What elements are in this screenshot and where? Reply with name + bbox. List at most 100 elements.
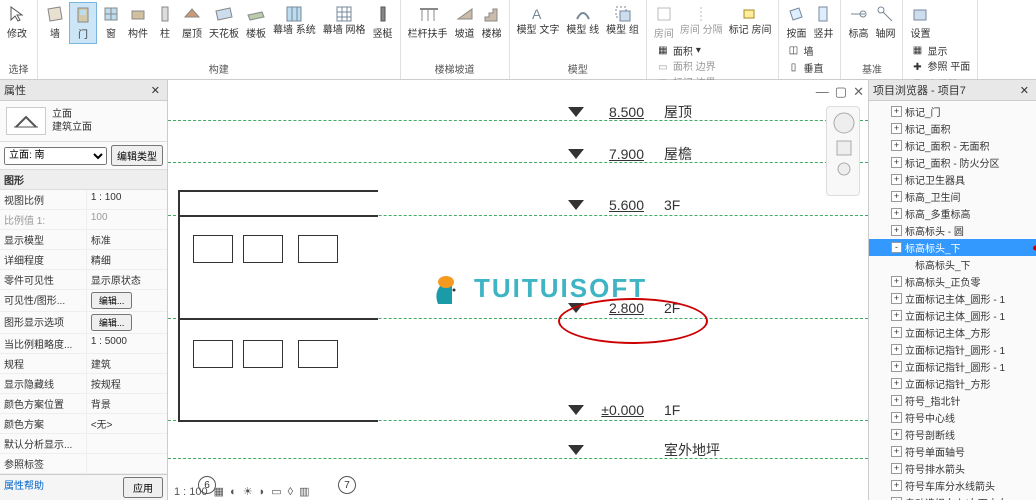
floor-icon [246, 4, 266, 24]
shaft-button[interactable]: 竖井 [810, 2, 836, 42]
tree-node[interactable]: +符号单面轴号 [869, 443, 1036, 460]
hide-icon[interactable]: ◊ [288, 486, 293, 498]
shadow-icon[interactable]: ◗ [259, 486, 266, 498]
gridaxis-icon [875, 4, 895, 24]
component-button[interactable]: 构件 [125, 2, 151, 42]
set-icon [910, 4, 930, 24]
svg-text:A: A [532, 6, 542, 22]
tree-node[interactable]: +符号车库分水线箭头 [869, 477, 1036, 494]
tree-node[interactable]: +标记_面积 [869, 120, 1036, 137]
ceiling-button[interactable]: 天花板 [206, 2, 242, 42]
roof-button[interactable]: 屋顶 [179, 2, 205, 42]
room-icon [654, 4, 674, 24]
vert-icon: ▯ [786, 61, 800, 75]
stair-button[interactable]: 楼梯 [479, 2, 505, 42]
level-button[interactable]: 标高 [845, 2, 871, 42]
mullion-button[interactable]: 竖梃 [370, 2, 396, 42]
area-button[interactable]: ▦面积 ▾ [653, 42, 775, 59]
tree-node[interactable]: +标高标头_正负零 [869, 273, 1036, 290]
tree-node[interactable]: +标记卫生器具 [869, 171, 1036, 188]
close-view-icon[interactable]: ✕ [853, 84, 864, 100]
model-text-button[interactable]: A模型 文字 [514, 2, 563, 38]
edit-type-button[interactable]: 编辑类型 [111, 145, 163, 166]
tree-node[interactable]: +立面标记主体_方形 [869, 324, 1036, 341]
level-icon [848, 4, 868, 24]
grid-button[interactable]: 轴网 [872, 2, 898, 42]
browser-tree[interactable]: +标记_门+标记_面积+标记_面积 - 无面积+标记_面积 - 防火分区+标记卫… [869, 101, 1036, 500]
close-browser-button[interactable]: ✕ [1017, 84, 1032, 97]
cursor-icon [7, 4, 27, 24]
property-grid[interactable]: 图形 视图比例1 : 100 比例值 1:100 显示模型标准 详细程度精细 零… [0, 170, 167, 474]
railing-button[interactable]: 栏杆扶手 [405, 2, 451, 42]
edit-visg-button[interactable]: 编辑... [91, 292, 133, 309]
minimize-view-icon[interactable]: — [816, 84, 829, 100]
tree-node[interactable]: -标高标头_下 [869, 239, 1036, 256]
sun-icon[interactable]: ☀ [243, 485, 253, 498]
level-marker[interactable]: 8.500屋顶 [568, 102, 692, 122]
elevation-icon [6, 107, 46, 135]
wall-button[interactable]: 墙 [42, 2, 68, 42]
grid-bubble[interactable]: 7 [338, 476, 356, 494]
show-wp-button[interactable]: ▦显示 [907, 42, 973, 59]
tree-node[interactable]: +立面标记指针_方形 [869, 375, 1036, 392]
model-group-button[interactable]: 模型 组 [603, 2, 642, 38]
byface-button[interactable]: 按面 [783, 2, 809, 42]
tree-node[interactable]: +标高_多重标高 [869, 205, 1036, 222]
tree-node[interactable]: +标记_门 [869, 103, 1036, 120]
line-icon [573, 4, 593, 24]
window-button[interactable]: 窗 [98, 2, 124, 42]
model-line-button[interactable]: 模型 线 [563, 2, 602, 38]
tree-node[interactable]: +立面标记主体_圆形 - 1 [869, 290, 1036, 307]
level-marker[interactable]: ±0.0001F [568, 402, 680, 418]
style-icon[interactable]: ◐ [230, 486, 237, 498]
group-datum: 基准 [845, 60, 898, 77]
scale-display[interactable]: 1 : 100 [174, 486, 208, 498]
tree-node[interactable]: +标记_面积 - 防火分区 [869, 154, 1036, 171]
tree-node[interactable]: +立面标记指针_圆形 - 1 [869, 358, 1036, 375]
tree-node[interactable]: +符号中心线 [869, 409, 1036, 426]
props-help[interactable]: 属性帮助 [4, 477, 44, 498]
area-bound-button: ▭面积 边界 [653, 59, 775, 75]
tree-node[interactable]: +符号剖断线 [869, 426, 1036, 443]
curtain-sys-button[interactable]: 幕墙 系统 [270, 2, 319, 38]
tree-node[interactable]: +符号排水箭头 [869, 460, 1036, 477]
level-marker[interactable]: 室外地坪 [568, 440, 720, 460]
detail-icon[interactable]: ▦ [214, 485, 224, 498]
tree-node[interactable]: +标高_卫生间 [869, 188, 1036, 205]
wall-open-button[interactable]: ◫墙 [783, 42, 836, 59]
crop-icon[interactable]: ▭ [271, 485, 281, 498]
level-marker[interactable]: 7.900屋檐 [568, 144, 692, 164]
column-button[interactable]: 柱 [152, 2, 178, 42]
type-selector[interactable]: 立面建筑立面 [0, 101, 167, 142]
tree-node[interactable]: +标记_面积 - 无面积 [869, 137, 1036, 154]
close-props-button[interactable]: ✕ [148, 84, 163, 97]
level-marker[interactable]: 5.6003F [568, 197, 680, 213]
drawing-canvas[interactable]: — ▢ ✕ 8.500屋顶7.900屋檐5.6003F2.8002F±0.000… [168, 80, 868, 500]
apply-button[interactable]: 应用 [123, 477, 163, 498]
floor-button[interactable]: 楼板 [243, 2, 269, 42]
room-button: 房间 [651, 2, 677, 42]
restore-view-icon[interactable]: ▢ [835, 84, 847, 100]
view-control-bar[interactable]: 1 : 100 ▦ ◐ ☀ ◗ ▭ ◊ ▥ [174, 485, 309, 498]
tree-node[interactable]: +立面标记主体_圆形 - 1 [869, 307, 1036, 324]
view-select[interactable]: 立面: 南 [4, 147, 107, 165]
set-wp-button[interactable]: 设置 [907, 2, 933, 42]
door-button[interactable]: 门 [69, 2, 97, 44]
navigation-bar[interactable] [826, 106, 860, 196]
curtain-grid-button[interactable]: 幕墙 网格 [320, 2, 369, 38]
reveal-icon[interactable]: ▥ [299, 485, 309, 498]
tree-node[interactable]: +符号_指北针 [869, 392, 1036, 409]
group-circ: 楼梯坡道 [405, 60, 505, 77]
tree-node[interactable]: 标高标头_下 [869, 256, 1036, 273]
tag-room-button[interactable]: 标记 房间 [726, 2, 775, 42]
vert-open-button[interactable]: ▯垂直 [783, 59, 836, 76]
ref-plane-button[interactable]: ✚参照 平面 [907, 59, 973, 75]
tree-node[interactable]: +立面标记指针_圆形 - 1 [869, 341, 1036, 358]
edit-gdop-button[interactable]: 编辑... [91, 314, 133, 331]
bound-icon: ▭ [656, 60, 670, 74]
tree-node[interactable]: +标高标头 - 圆 [869, 222, 1036, 239]
modify-button[interactable]: 修改 [4, 2, 30, 42]
tree-node[interactable]: +自动选择向上/向下方向 [869, 494, 1036, 500]
ramp-button[interactable]: 坡道 [452, 2, 478, 42]
component-icon [128, 4, 148, 24]
